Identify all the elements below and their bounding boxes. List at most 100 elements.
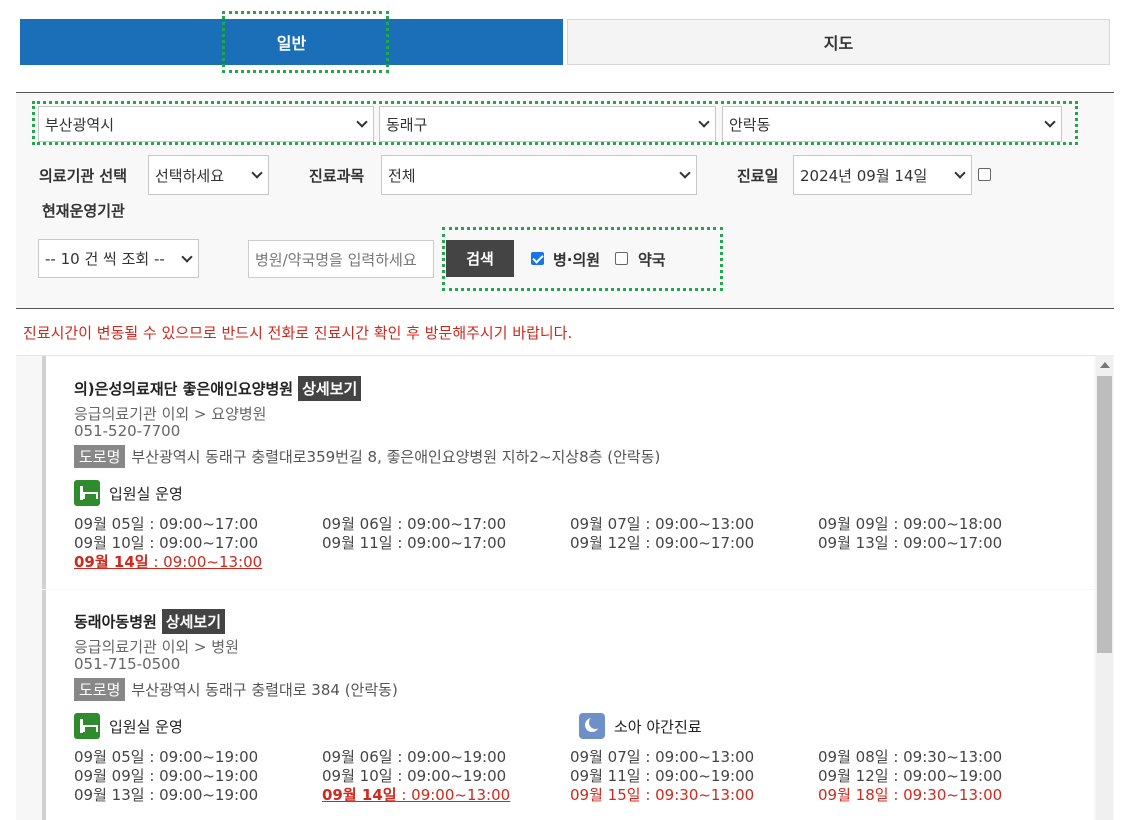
hours-entry: 09월 14일 : 09:00~13:00	[322, 786, 570, 805]
hours-time: : 09:00~19:00	[144, 748, 259, 766]
page-size-value: -- 10 건 씩 조회 --	[45, 250, 165, 268]
hours-entry: 09월 18일 : 09:30~13:00	[818, 786, 1066, 805]
hours-time: : 09:00~19:00	[888, 767, 1003, 785]
hospital-category: 응급의료기관 이외 > 요양병원	[74, 405, 267, 423]
facility-select[interactable]: 선택하세요	[148, 155, 269, 195]
hours-entry: 09월 06일 : 09:00~19:00	[322, 748, 570, 767]
hours-time: : 09:00~17:00	[144, 515, 259, 533]
hours-time: : 09:00~19:00	[144, 786, 259, 804]
chevron-down-icon	[955, 170, 965, 180]
hours-entry: 09월 09일 : 09:00~19:00	[74, 767, 322, 786]
hours-date: 09월 12일	[818, 767, 889, 785]
hours-date: 09월 06일	[322, 515, 393, 533]
hours-time: : 09:00~13:00	[640, 515, 755, 533]
hours-date: 09월 10일	[322, 767, 393, 785]
hospital-address: 도로명 부산광역시 동래구 충렬대로 384 (안락동)	[74, 678, 398, 701]
hours-time: : 09:30~13:00	[888, 748, 1003, 766]
highlight-tab	[222, 11, 389, 73]
hours-date: 09월 18일	[818, 786, 889, 804]
hours-entry: 09월 06일 : 09:00~17:00	[322, 515, 570, 534]
hours-date: 09월 11일	[570, 767, 641, 785]
hours-time: : 09:00~17:00	[640, 534, 755, 552]
feature-label: 입원실 운영	[109, 484, 183, 503]
hours-date: 09월 13일	[818, 534, 889, 552]
feature-night-pediatric: 소아 야간진료	[579, 713, 702, 739]
hours-grid: 09월 05일 : 09:00~17:00 09월 06일 : 09:00~17:…	[74, 515, 1066, 572]
page-size-select[interactable]: -- 10 건 씩 조회 --	[38, 239, 199, 278]
bed-icon	[74, 480, 100, 506]
feature-inpatient: 입원실 운영	[74, 713, 183, 739]
hours-date: 09월 05일	[74, 515, 145, 533]
scrollbar-thumb[interactable]	[1097, 376, 1112, 653]
department-label: 진료과목	[309, 167, 365, 185]
hours-entry: 09월 05일 : 09:00~19:00	[74, 748, 322, 767]
hours-date: 09월 07일	[570, 748, 641, 766]
hours-date: 09월 09일	[74, 767, 145, 785]
hours-date: 09월 09일	[818, 515, 889, 533]
tab-map[interactable]: 지도	[567, 19, 1110, 65]
hours-date: 09월 05일	[74, 748, 145, 766]
hours-entry: 09월 12일 : 09:00~19:00	[818, 767, 1066, 786]
hours-time: : 09:00~19:00	[392, 767, 507, 785]
department-select[interactable]: 전체	[381, 155, 697, 195]
operating-checkbox[interactable]	[978, 168, 991, 181]
hospital-name: 의)은성의료재단 좋은애인요양병원	[74, 380, 294, 398]
detail-button[interactable]: 상세보기	[298, 376, 362, 401]
chevron-down-icon	[252, 170, 262, 180]
hospital-phone: 051-715-0500	[74, 655, 181, 673]
date-select[interactable]: 2024년 09월 14일	[793, 155, 972, 195]
hours-entry: 09월 09일 : 09:00~18:00	[818, 515, 1066, 534]
hours-date: 09월 06일	[322, 748, 393, 766]
hours-time: : 09:00~18:00	[888, 515, 1003, 533]
hours-date: 09월 10일	[74, 534, 145, 552]
hours-entry: 09월 05일 : 09:00~17:00	[74, 515, 322, 534]
hospital-name: 동래아동병원	[74, 613, 157, 631]
hours-time: : 09:00~13:00	[640, 748, 755, 766]
operating-label: 현재운영기관	[42, 202, 125, 220]
result-card: 의)은성의료재단 좋은애인요양병원 상세보기 응급의료기관 이외 > 요양병원 …	[42, 356, 1094, 589]
hours-grid: 09월 05일 : 09:00~19:00 09월 06일 : 09:00~19:…	[74, 748, 1066, 805]
hours-time: : 09:00~19:00	[640, 767, 755, 785]
hours-entry: 09월 13일 : 09:00~17:00	[818, 534, 1066, 553]
hours-date: 09월 14일	[322, 786, 397, 804]
hours-entry: 09월 14일 : 09:00~13:00	[74, 553, 322, 572]
hours-date: 09월 11일	[322, 534, 393, 552]
hours-entry: 09월 13일 : 09:00~19:00	[74, 786, 322, 805]
hours-entry: 09월 11일 : 09:00~17:00	[322, 534, 570, 553]
notice-text: 진료시간이 변동될 수 있으므로 반드시 전화로 진료시간 확인 후 방문해주시…	[23, 324, 573, 342]
hours-entry: 09월 11일 : 09:00~19:00	[570, 767, 818, 786]
result-card: 동래아동병원 상세보기 응급의료기관 이외 > 병원 051-715-0500 …	[42, 590, 1094, 820]
date-select-value: 2024년 09월 14일	[800, 166, 928, 185]
hours-date: 09월 12일	[570, 534, 641, 552]
feature-label: 소아 야간진료	[614, 717, 702, 736]
facility-label: 의료기관 선택	[39, 167, 128, 185]
search-input[interactable]: 병원/약국명을 입력하세요	[248, 240, 434, 278]
highlight-search	[442, 227, 723, 291]
feature-label: 입원실 운영	[109, 717, 183, 736]
chevron-down-icon	[182, 254, 192, 264]
hours-time: : 09:00~13:00	[396, 786, 511, 804]
hours-entry: 09월 15일 : 09:30~13:00	[570, 786, 818, 805]
hours-date: 09월 13일	[74, 786, 145, 804]
hours-entry: 09월 10일 : 09:00~17:00	[74, 534, 322, 553]
hours-time: : 09:00~17:00	[888, 534, 1003, 552]
hours-time: : 09:30~13:00	[640, 786, 755, 804]
result-list: 의)은성의료재단 좋은애인요양병원 상세보기 응급의료기관 이외 > 요양병원 …	[16, 355, 1114, 820]
hours-date: 09월 15일	[570, 786, 641, 804]
scroll-up-arrow-icon[interactable]	[1100, 362, 1110, 368]
hospital-phone: 051-520-7700	[74, 422, 181, 440]
hours-time: : 09:30~13:00	[888, 786, 1003, 804]
address-text: 부산광역시 동래구 충렬대로 384 (안락동)	[131, 681, 398, 699]
detail-button[interactable]: 상세보기	[161, 609, 226, 634]
date-label: 진료일	[737, 167, 779, 185]
road-badge: 도로명	[74, 678, 126, 701]
bed-icon	[74, 713, 100, 739]
hours-entry: 09월 07일 : 09:00~13:00	[570, 515, 818, 534]
search-placeholder: 병원/약국명을 입력하세요	[255, 250, 417, 269]
road-badge: 도로명	[74, 445, 126, 468]
tab-map-label: 지도	[823, 34, 854, 53]
moon-icon	[579, 713, 605, 739]
hours-time: : 09:00~13:00	[148, 553, 263, 571]
hours-time: : 09:00~19:00	[144, 767, 259, 785]
hours-entry: 09월 08일 : 09:30~13:00	[818, 748, 1066, 767]
